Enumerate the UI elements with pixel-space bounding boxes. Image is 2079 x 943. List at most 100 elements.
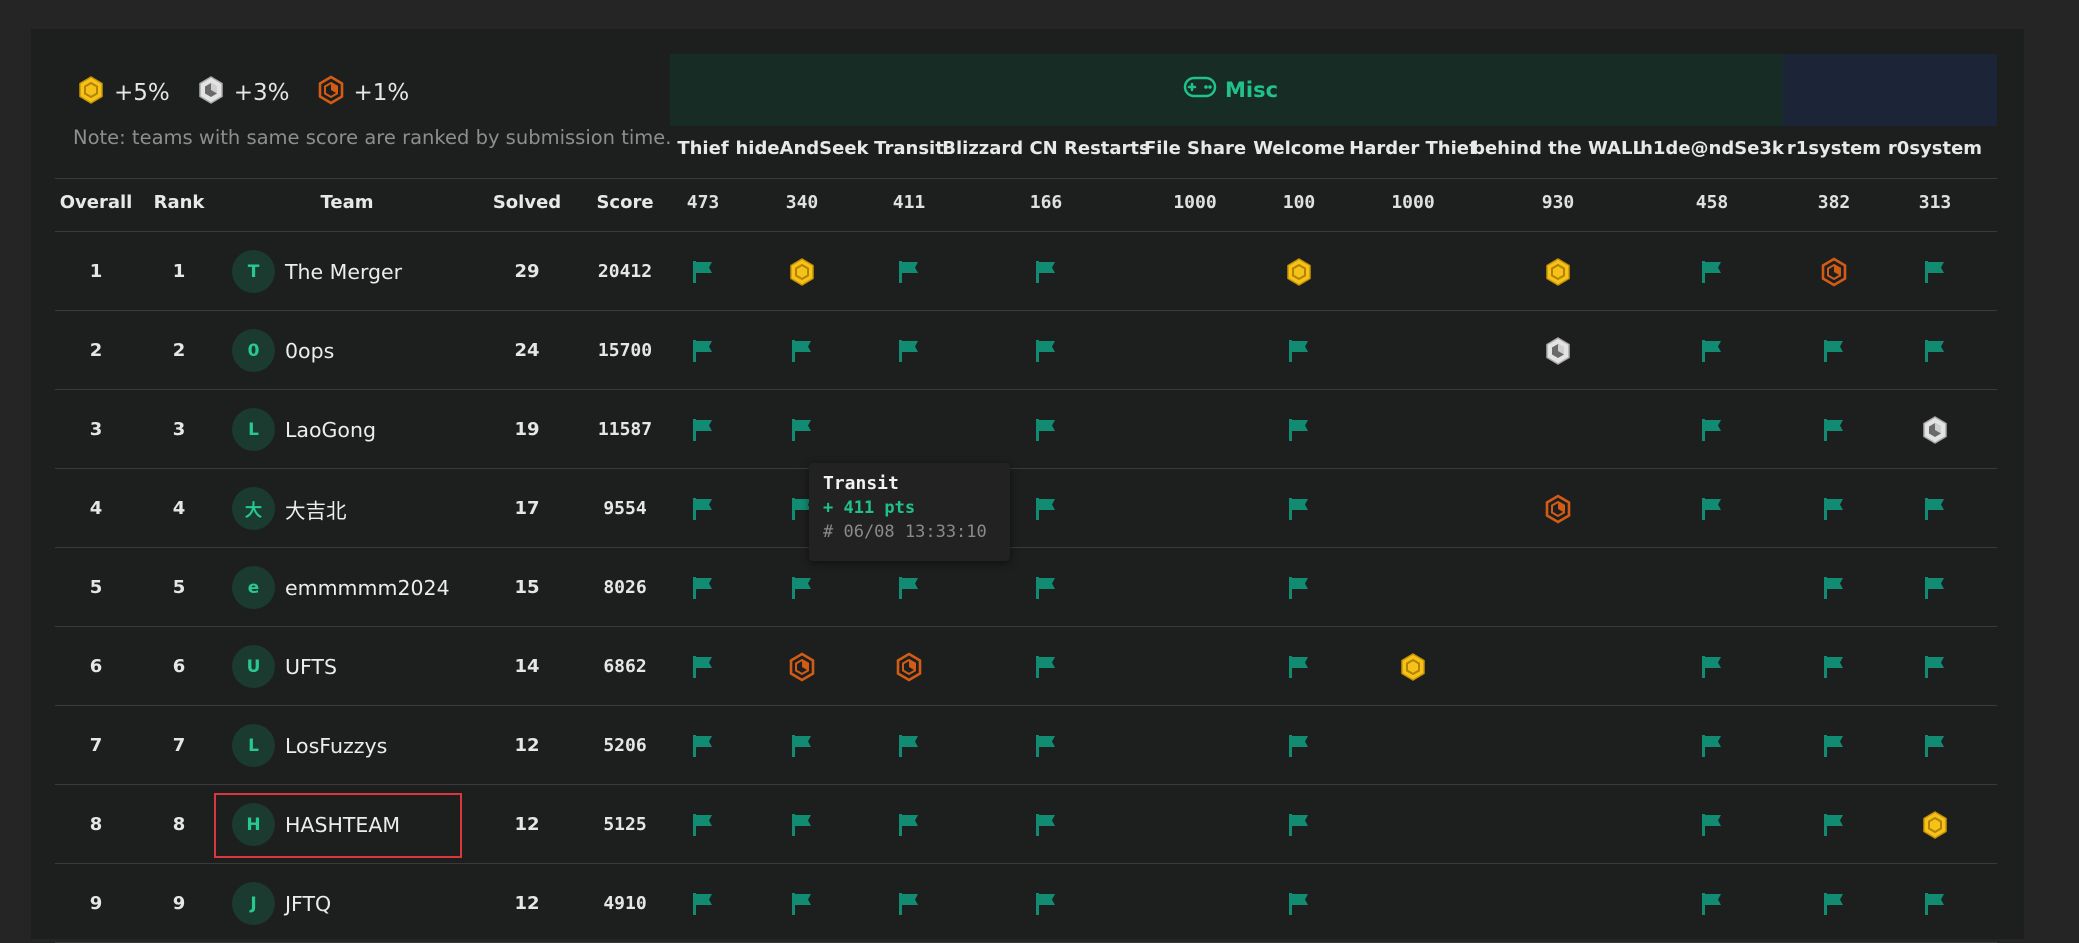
- team-cell[interactable]: L LaoGong: [232, 390, 376, 469]
- challenge-header-4[interactable]: File Share: [1144, 138, 1246, 159]
- solved-flag-icon[interactable]: [1288, 469, 1310, 548]
- team-cell[interactable]: U UFTS: [232, 627, 337, 706]
- solved-flag-icon[interactable]: [791, 390, 813, 469]
- solved-flag-icon[interactable]: [898, 706, 920, 785]
- solved-flag-icon[interactable]: [1035, 469, 1057, 548]
- gold-medal-icon[interactable]: [1284, 232, 1314, 311]
- solved-flag-icon[interactable]: [1924, 548, 1946, 627]
- team-cell[interactable]: e emmmmm2024: [232, 548, 450, 627]
- solved-flag-icon[interactable]: [1701, 311, 1723, 390]
- solved-flag-icon[interactable]: [791, 864, 813, 943]
- solved-flag-icon[interactable]: [791, 311, 813, 390]
- team-row[interactable]: 1 1 29 20412 T The Merger: [0, 232, 2079, 311]
- team-name[interactable]: LosFuzzys: [285, 734, 387, 758]
- challenge-header-0[interactable]: Thief: [677, 138, 728, 159]
- solved-flag-icon[interactable]: [1035, 864, 1057, 943]
- challenge-header-9[interactable]: r1system: [1787, 138, 1881, 159]
- challenge-header-8[interactable]: h1de@ndSe3k: [1640, 138, 1784, 159]
- solved-flag-icon[interactable]: [1924, 706, 1946, 785]
- solved-flag-icon[interactable]: [692, 311, 714, 390]
- solved-flag-icon[interactable]: [1823, 390, 1845, 469]
- gold-medal-icon[interactable]: [1920, 785, 1950, 864]
- column-header-solved[interactable]: Solved: [493, 192, 561, 213]
- solved-flag-icon[interactable]: [1035, 390, 1057, 469]
- solved-flag-icon[interactable]: [1288, 785, 1310, 864]
- team-name[interactable]: UFTS: [285, 655, 337, 679]
- solved-flag-icon[interactable]: [1035, 548, 1057, 627]
- solved-flag-icon[interactable]: [692, 627, 714, 706]
- solved-flag-icon[interactable]: [898, 864, 920, 943]
- team-cell[interactable]: 0 0ops: [232, 311, 334, 390]
- solved-flag-icon[interactable]: [898, 232, 920, 311]
- solved-flag-icon[interactable]: [791, 706, 813, 785]
- bronze-medal-icon[interactable]: [894, 627, 924, 706]
- solved-flag-icon[interactable]: [692, 232, 714, 311]
- solved-flag-icon[interactable]: [1701, 469, 1723, 548]
- solved-flag-icon[interactable]: [1823, 785, 1845, 864]
- challenge-header-1[interactable]: hideAndSeek: [735, 138, 868, 159]
- column-header-rank[interactable]: Rank: [154, 192, 205, 213]
- solved-flag-icon[interactable]: [1035, 785, 1057, 864]
- gold-medal-icon[interactable]: [1398, 627, 1428, 706]
- solved-flag-icon[interactable]: [1701, 785, 1723, 864]
- column-header-score[interactable]: Score: [596, 192, 653, 213]
- challenge-header-5[interactable]: Welcome: [1253, 138, 1345, 159]
- team-cell[interactable]: L LosFuzzys: [232, 706, 387, 785]
- solved-flag-icon[interactable]: [1288, 627, 1310, 706]
- solved-flag-icon[interactable]: [1823, 864, 1845, 943]
- solved-flag-icon[interactable]: [1288, 548, 1310, 627]
- team-cell[interactable]: J JFTQ: [232, 864, 331, 943]
- solved-flag-icon[interactable]: [1288, 390, 1310, 469]
- solved-flag-icon[interactable]: [1924, 232, 1946, 311]
- solved-flag-icon[interactable]: [1701, 627, 1723, 706]
- team-name[interactable]: JFTQ: [285, 892, 331, 916]
- gold-medal-icon[interactable]: [787, 232, 817, 311]
- solved-flag-icon[interactable]: [1924, 311, 1946, 390]
- solved-flag-icon[interactable]: [1288, 864, 1310, 943]
- team-row[interactable]: 9 9 12 4910 J JFTQ: [0, 864, 2079, 943]
- solved-flag-icon[interactable]: [1288, 311, 1310, 390]
- solved-flag-icon[interactable]: [1823, 311, 1845, 390]
- challenge-header-2[interactable]: Transit: [874, 138, 944, 159]
- bronze-medal-icon[interactable]: [1819, 232, 1849, 311]
- solved-flag-icon[interactable]: [1924, 469, 1946, 548]
- solved-flag-icon[interactable]: [692, 548, 714, 627]
- solved-flag-icon[interactable]: [1701, 232, 1723, 311]
- solved-flag-icon[interactable]: [1035, 706, 1057, 785]
- team-row[interactable]: 5 5 15 8026 e emmmmm2024: [0, 548, 2079, 627]
- solved-flag-icon[interactable]: [1701, 706, 1723, 785]
- solved-flag-icon[interactable]: [1823, 706, 1845, 785]
- challenge-header-3[interactable]: Blizzard CN Restarts: [942, 138, 1149, 159]
- solved-flag-icon[interactable]: [898, 785, 920, 864]
- team-row[interactable]: 4 4 17 9554 大大吉北: [0, 469, 2079, 548]
- solved-flag-icon[interactable]: [1035, 232, 1057, 311]
- solved-flag-icon[interactable]: [1823, 469, 1845, 548]
- team-name[interactable]: emmmmm2024: [285, 576, 450, 600]
- team-name[interactable]: The Merger: [285, 260, 402, 284]
- column-header-team[interactable]: Team: [321, 192, 374, 213]
- team-name[interactable]: 大吉北: [285, 494, 347, 524]
- team-row[interactable]: 2 2 24 15700 0 0ops: [0, 311, 2079, 390]
- column-header-overall[interactable]: Overall: [60, 192, 133, 213]
- solved-flag-icon[interactable]: [692, 785, 714, 864]
- solved-flag-icon[interactable]: [1924, 864, 1946, 943]
- solved-flag-icon[interactable]: [1823, 627, 1845, 706]
- solved-flag-icon[interactable]: [692, 390, 714, 469]
- solved-flag-icon[interactable]: [1924, 627, 1946, 706]
- silver-medal-icon[interactable]: [1920, 390, 1950, 469]
- solved-flag-icon[interactable]: [791, 785, 813, 864]
- solved-flag-icon[interactable]: [692, 469, 714, 548]
- team-row[interactable]: 6 6 14 6862 U UFTS: [0, 627, 2079, 706]
- team-cell[interactable]: 大大吉北: [232, 469, 347, 548]
- solved-flag-icon[interactable]: [1035, 311, 1057, 390]
- gold-medal-icon[interactable]: [1543, 232, 1573, 311]
- team-cell[interactable]: T The Merger: [232, 232, 402, 311]
- solved-flag-icon[interactable]: [692, 706, 714, 785]
- bronze-medal-icon[interactable]: [787, 627, 817, 706]
- category-title[interactable]: Misc: [1183, 76, 1278, 103]
- solved-flag-icon[interactable]: [1701, 864, 1723, 943]
- solved-flag-icon[interactable]: [1701, 390, 1723, 469]
- silver-medal-icon[interactable]: [1543, 311, 1573, 390]
- solved-flag-icon[interactable]: [1035, 627, 1057, 706]
- challenge-header-6[interactable]: Harder Thief: [1349, 138, 1477, 159]
